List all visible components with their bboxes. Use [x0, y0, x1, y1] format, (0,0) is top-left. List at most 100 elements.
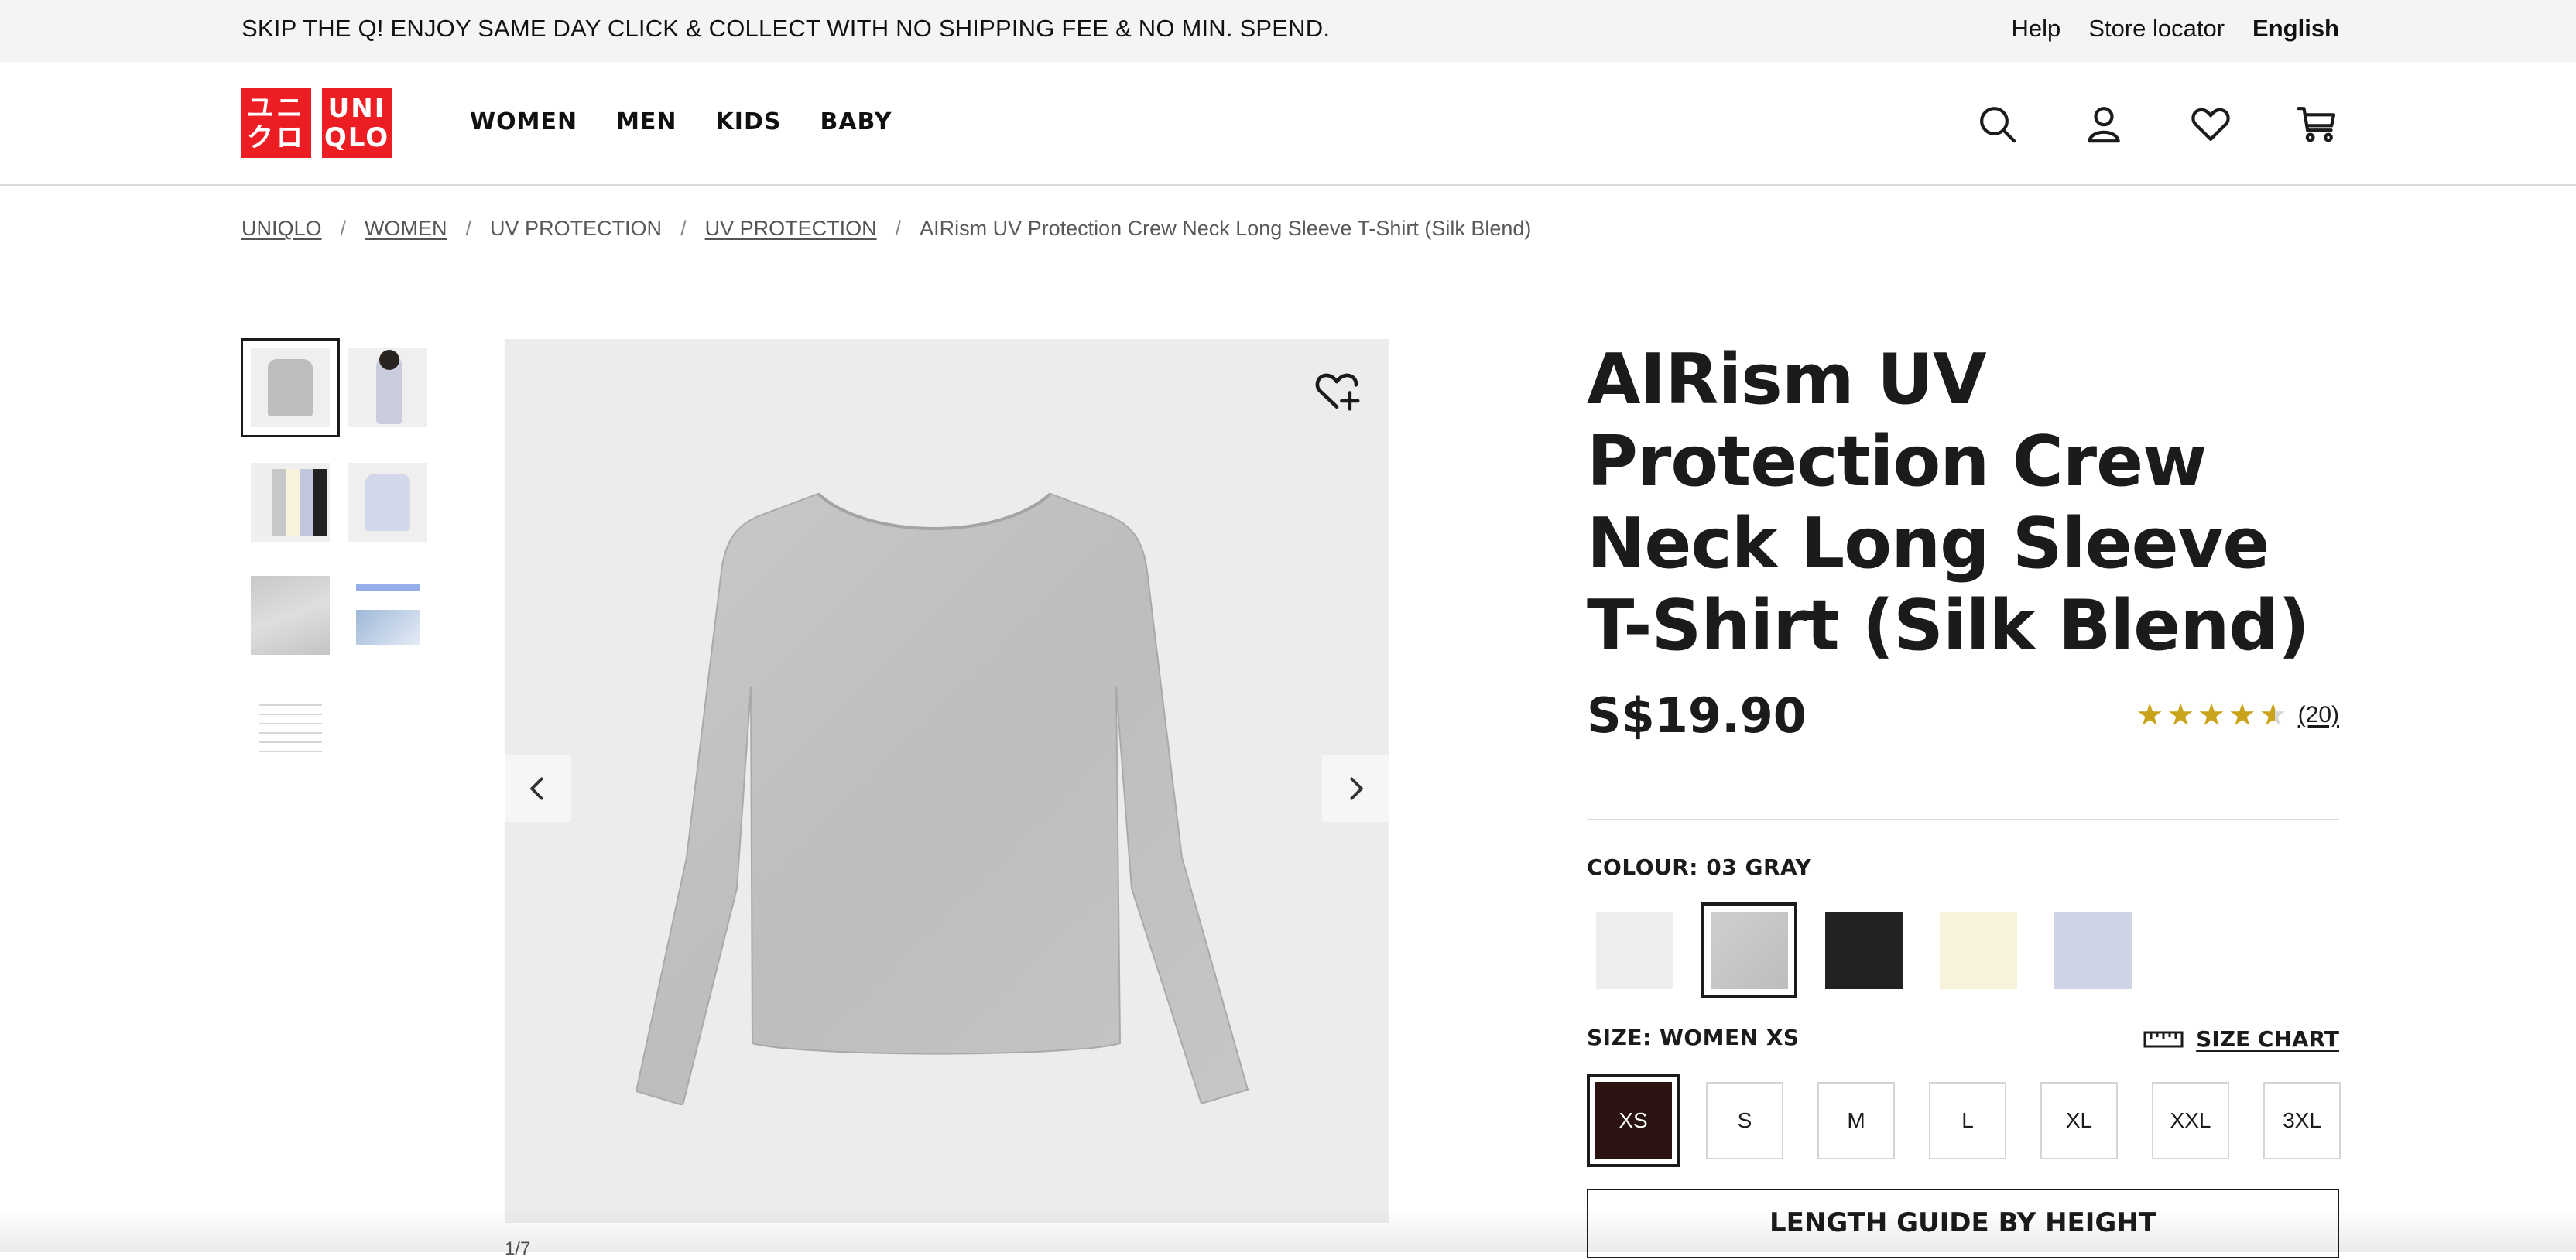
add-to-wishlist-icon[interactable]: [1313, 367, 1361, 415]
swatch-fill: [1940, 912, 2017, 989]
size-option-3xl[interactable]: 3XL: [2256, 1074, 2348, 1167]
size-chart-link[interactable]: SIZE CHART: [2143, 1026, 2339, 1052]
breadcrumb-current-product: AIRism UV Protection Crew Neck Long Slee…: [920, 217, 1532, 240]
logo-katakana: ユニ クロ: [242, 88, 311, 158]
size-label-3xl: 3XL: [2263, 1082, 2341, 1159]
star-rating: ★ ★ ★ ★ ★: [2136, 700, 2287, 731]
main-nav: WOMEN MEN KIDS BABY: [470, 108, 892, 135]
utility-links: Help Store locator English: [2012, 15, 2339, 43]
thumbnail-3[interactable]: [251, 463, 330, 542]
breadcrumb-uv-protection-category: UV PROTECTION: [490, 217, 663, 240]
breadcrumb-uniqlo[interactable]: UNIQLO: [242, 217, 322, 241]
product-title: AIRism UV Protection Crew Neck Long Slee…: [1587, 339, 2310, 666]
colour-swatch-black[interactable]: [1816, 902, 1912, 998]
product-price: S$19.90: [1587, 687, 1807, 744]
colour-swatch-blue[interactable]: [2045, 902, 2141, 998]
thumbnail-7[interactable]: [251, 689, 330, 768]
help-link[interactable]: Help: [2012, 15, 2061, 43]
price-row: S$19.90 ★ ★ ★ ★ ★ (20): [1587, 687, 2339, 749]
breadcrumb: UNIQLO / WOMEN / UV PROTECTION / UV PROT…: [242, 217, 1531, 241]
size-option-l[interactable]: L: [1921, 1074, 2014, 1167]
breadcrumb-women[interactable]: WOMEN: [365, 217, 447, 241]
thumbnail-2[interactable]: [348, 348, 427, 427]
nav-women[interactable]: WOMEN: [470, 108, 577, 135]
colour-swatch-natural[interactable]: [1930, 902, 2026, 998]
swatch-fill: [1711, 912, 1788, 989]
size-options: XS S M L XL XXL 3XL: [1587, 1074, 2348, 1167]
rating[interactable]: ★ ★ ★ ★ ★ (20): [2136, 700, 2339, 731]
colour-swatch-gray-selected[interactable]: [1701, 902, 1797, 998]
thumbnail-6[interactable]: [348, 576, 427, 655]
image-counter: 1/7: [505, 1238, 531, 1259]
logo-latin-top: UNI: [327, 93, 386, 124]
divider: [1587, 819, 2339, 820]
review-count-link[interactable]: (20): [2298, 702, 2339, 728]
size-label-m: M: [1817, 1082, 1895, 1159]
size-label: SIZE: WOMEN XS: [1587, 1025, 1800, 1050]
product-info-panel: AIRism UV Protection Crew Neck Long Slee…: [1587, 339, 2341, 1258]
thumbnail-fabric-image: [251, 576, 330, 655]
nav-kids[interactable]: KIDS: [716, 108, 782, 135]
size-option-xxl[interactable]: XXL: [2144, 1074, 2237, 1167]
gray-long-sleeve-shirt-image: [636, 492, 1249, 1105]
thumbnail-blue-shirt-image: [365, 474, 410, 531]
cart-icon[interactable]: [2296, 102, 2339, 146]
swatch-fill: [1596, 912, 1673, 989]
size-label-xl: XL: [2040, 1082, 2118, 1159]
thumbnail-1-selected[interactable]: [241, 338, 340, 437]
header-icons: [1975, 102, 2339, 146]
breadcrumb-separator: /: [465, 217, 472, 240]
search-icon[interactable]: [1975, 102, 2019, 146]
store-locator-link[interactable]: Store locator: [2088, 15, 2225, 43]
size-label-xxl: XXL: [2152, 1082, 2229, 1159]
colour-swatch-white[interactable]: [1587, 902, 1683, 998]
star-icon: ★: [2228, 698, 2256, 732]
breadcrumb-separator: /: [895, 217, 902, 240]
next-image-button[interactable]: [1322, 755, 1389, 822]
size-option-m[interactable]: M: [1810, 1074, 1903, 1167]
length-guide-button[interactable]: LENGTH GUIDE BY HEIGHT: [1587, 1189, 2339, 1258]
main-product-image[interactable]: [505, 339, 1389, 1223]
logo-latin: UNI QLO: [322, 88, 392, 158]
size-value: WOMEN XS: [1659, 1025, 1800, 1050]
account-icon[interactable]: [2082, 102, 2126, 146]
colour-value: 03 GRAY: [1706, 854, 1812, 880]
swatch-fill: [1825, 912, 1903, 989]
language-selector[interactable]: English: [2252, 15, 2339, 43]
size-label-text: SIZE:: [1587, 1025, 1652, 1050]
star-icon: ★: [2167, 698, 2195, 732]
breadcrumb-uv-protection[interactable]: UV PROTECTION: [705, 217, 877, 241]
thumbnail-model-head: [379, 350, 399, 370]
logo-katakana-bottom: クロ: [247, 122, 306, 153]
size-option-xs-selected[interactable]: XS: [1587, 1074, 1680, 1167]
logo-latin-bottom: QLO: [324, 122, 390, 153]
previous-image-button[interactable]: [505, 755, 571, 822]
chevron-right-icon: [1350, 777, 1363, 800]
star-icon: ★: [2136, 698, 2164, 732]
size-label-l: L: [1929, 1082, 2006, 1159]
star-icon: ★: [2197, 698, 2225, 732]
thumbnail-feature-sheet: [259, 697, 322, 760]
thumbnail-info-header: [356, 584, 420, 591]
size-label-xs: XS: [1595, 1082, 1672, 1159]
half-star-icon: ★: [2259, 698, 2287, 732]
size-option-xl[interactable]: XL: [2033, 1074, 2126, 1167]
nav-baby[interactable]: BABY: [820, 108, 892, 135]
colour-label-text: COLOUR:: [1587, 854, 1698, 880]
thumbnail-4[interactable]: [348, 463, 427, 542]
wishlist-icon[interactable]: [2189, 102, 2232, 146]
breadcrumb-separator: /: [680, 217, 687, 240]
thumbnail-info-image: [356, 610, 420, 645]
promo-message: SKIP THE Q! ENJOY SAME DAY CLICK & COLLE…: [242, 15, 1331, 42]
colour-label: COLOUR: 03 GRAY: [1587, 854, 1811, 880]
thumbnail-5[interactable]: [251, 576, 330, 655]
breadcrumb-separator: /: [340, 217, 347, 240]
thumbnail-shirt-image: [268, 359, 313, 416]
uniqlo-logo[interactable]: ユニ クロ UNI QLO: [242, 88, 392, 158]
promo-bar: SKIP THE Q! ENJOY SAME DAY CLICK & COLLE…: [0, 0, 2576, 62]
size-chart-text: SIZE CHART: [2196, 1026, 2339, 1052]
size-label-s: S: [1706, 1082, 1783, 1159]
size-option-s[interactable]: S: [1698, 1074, 1791, 1167]
ruler-icon: [2143, 1031, 2184, 1047]
nav-men[interactable]: MEN: [616, 108, 677, 135]
